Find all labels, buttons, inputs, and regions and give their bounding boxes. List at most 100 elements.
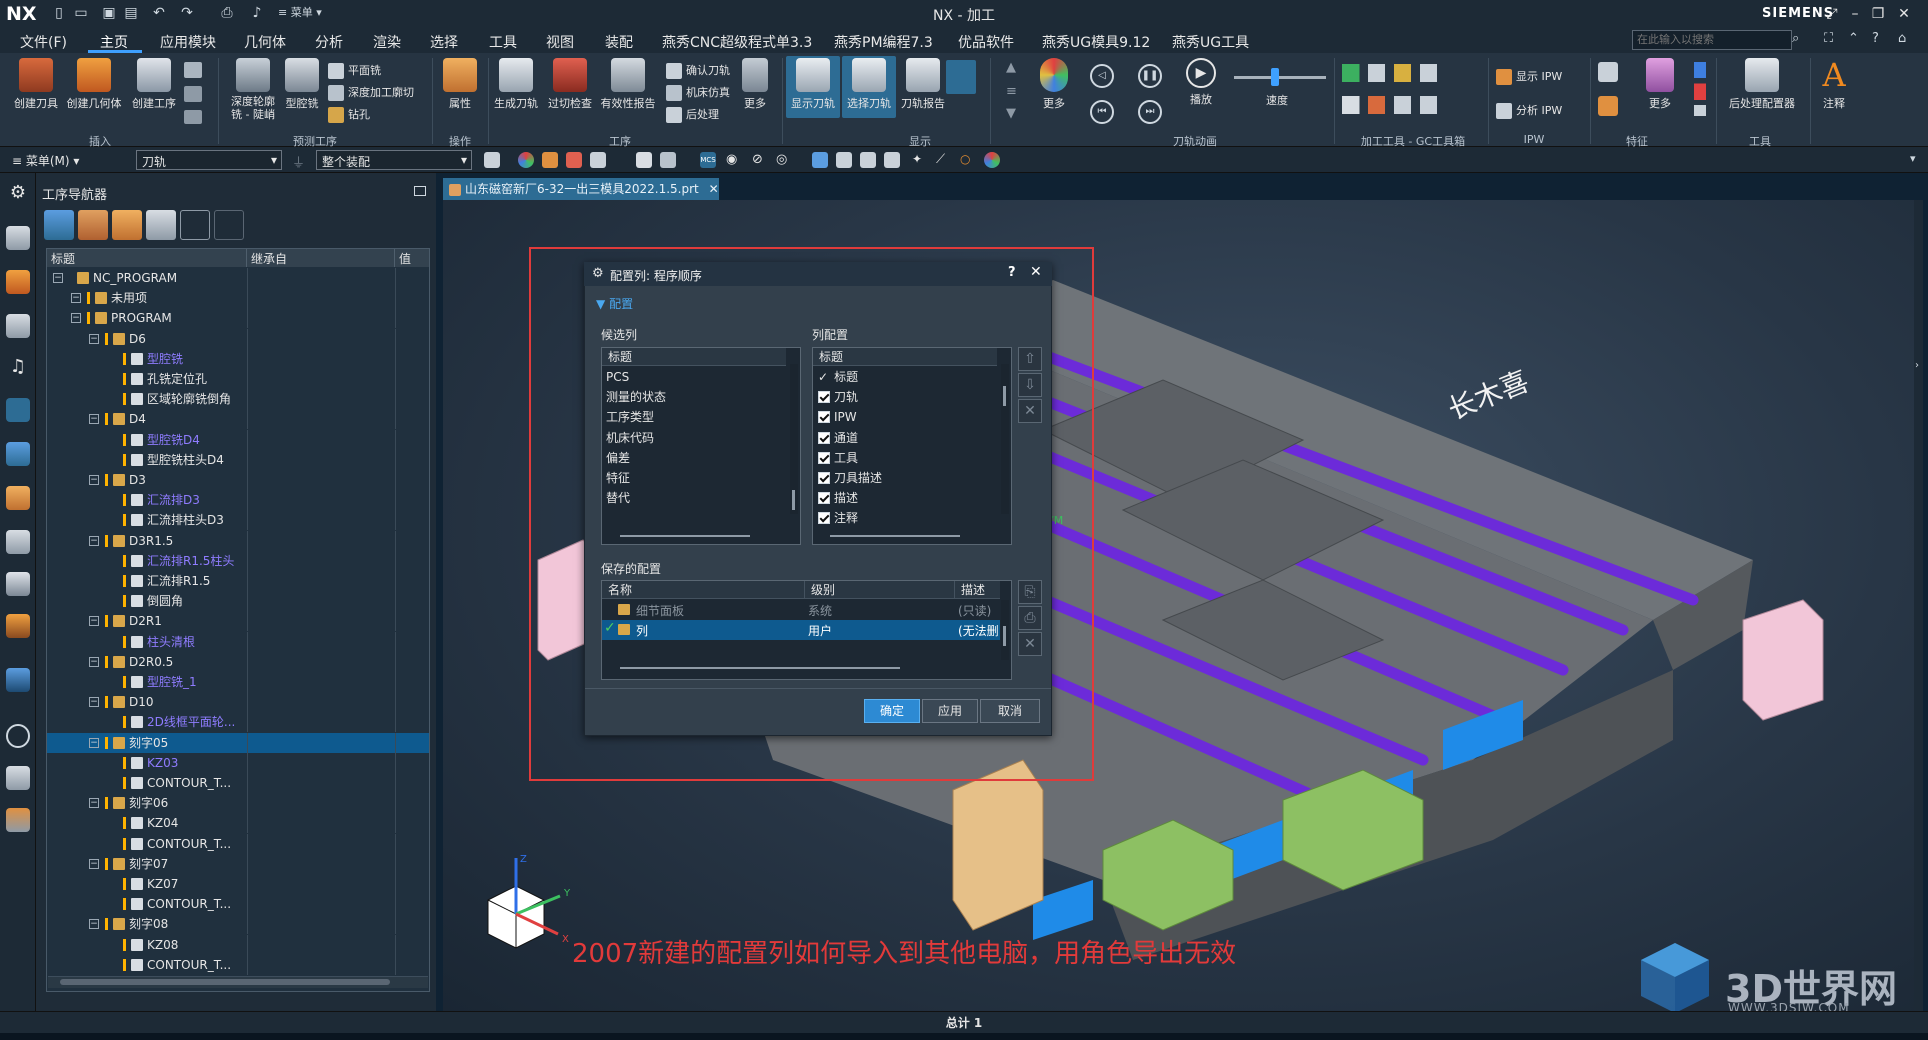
operation-row[interactable]: 柱头清根: [47, 631, 429, 652]
step-back-icon[interactable]: ◁: [1090, 64, 1114, 88]
program-group-row[interactable]: − 刻字08: [47, 914, 429, 935]
verify-path-button[interactable]: 确认刀轨: [666, 62, 730, 79]
filter-funnel-icon[interactable]: ⏚: [292, 152, 305, 171]
settings-icon[interactable]: ⌂: [1898, 31, 1906, 46]
open-file-icon[interactable]: ▭: [72, 5, 90, 21]
select-path-button[interactable]: 选择刀轨: [842, 56, 896, 118]
collapse-toggle-icon[interactable]: −: [53, 273, 63, 283]
program-group-row[interactable]: − 未用项: [47, 288, 429, 309]
restore-panel-icon[interactable]: ⤢: [1820, 3, 1844, 25]
color-filter-icon[interactable]: [518, 152, 534, 168]
history-icon[interactable]: [6, 572, 30, 596]
play-button[interactable]: ▶ 播放: [1178, 58, 1224, 107]
collapse-toggle-icon[interactable]: −: [89, 414, 99, 425]
insert-node-icon[interactable]: [180, 210, 210, 240]
snap-plus-icon[interactable]: ✦: [912, 152, 928, 168]
collapse-toggle-icon[interactable]: −: [71, 293, 81, 304]
fullscreen-icon[interactable]: ⛶: [1824, 31, 1833, 46]
program-order-view-icon[interactable]: [44, 210, 74, 240]
insert-extra3-icon[interactable]: [184, 110, 202, 124]
search-icon[interactable]: ⌕: [1792, 31, 1808, 49]
pause-icon[interactable]: ❚❚: [1138, 64, 1162, 88]
mcs-icon[interactable]: MCS: [700, 152, 716, 168]
print-icon[interactable]: ⎙: [218, 5, 236, 21]
hide-icon[interactable]: ⊘: [752, 152, 768, 168]
tab-home[interactable]: 主页: [100, 32, 128, 52]
reuse-library-icon[interactable]: [6, 530, 30, 554]
collapse-toggle-icon[interactable]: −: [89, 333, 99, 344]
more-process-button[interactable]: 更多: [738, 58, 772, 111]
select-sheet-icon[interactable]: [660, 152, 676, 168]
snap-mid-icon[interactable]: [860, 152, 876, 168]
tab-yanxiu-cnc[interactable]: 燕秀CNC超级程式单3.3: [662, 32, 812, 52]
select-solid-icon[interactable]: [636, 152, 652, 168]
post-process-button[interactable]: 后处理: [666, 106, 719, 123]
machine-tool-navigator-icon[interactable]: [6, 442, 30, 466]
operation-row[interactable]: 汇流排柱头D3: [47, 510, 429, 531]
deep-profile-cut-button[interactable]: 深度加工廓切: [328, 84, 414, 101]
part-navigator-icon[interactable]: [6, 226, 30, 250]
close-tab-icon[interactable]: ✕: [709, 182, 719, 196]
view-triad[interactable]: Z Y X: [487, 854, 571, 949]
speed-slider-track[interactable]: [1234, 76, 1326, 79]
collapse-toggle-icon[interactable]: −: [89, 919, 99, 930]
collapse-toggle-icon[interactable]: −: [89, 737, 99, 748]
tab-assembly[interactable]: 装配: [605, 32, 633, 52]
feature-icon[interactable]: [1598, 62, 1618, 82]
operation-row[interactable]: 型腔铣_1: [47, 672, 429, 692]
display-toggle-icon[interactable]: [946, 60, 976, 94]
operation-row[interactable]: 型腔铣柱头D4: [47, 449, 429, 470]
collapse-toggle-icon[interactable]: −: [89, 697, 99, 708]
operation-row[interactable]: 型腔铣: [47, 348, 429, 369]
collapse-toggle-icon[interactable]: −: [89, 656, 99, 667]
program-group-row[interactable]: − D3R1.5: [47, 530, 429, 551]
program-group-row[interactable]: − 刻字05: [47, 732, 429, 753]
collapse-toggle-icon[interactable]: −: [89, 475, 99, 485]
tab-view[interactable]: 视图: [546, 32, 574, 52]
more-feature-button[interactable]: 更多: [1640, 58, 1680, 111]
snap-icon[interactable]: [484, 152, 500, 168]
scope-select[interactable]: 整个装配 ▾: [316, 150, 472, 170]
arrow-down-icon[interactable]: ▼: [1006, 106, 1016, 121]
operation-row[interactable]: 型腔铣D4: [47, 429, 429, 450]
tab-applications[interactable]: 应用模块: [160, 32, 216, 52]
type-filter-select[interactable]: 刀轨 ▾: [136, 150, 282, 170]
tab-yanxiu-pm[interactable]: 燕秀PM编程7.3: [834, 32, 933, 52]
post-configurator-button[interactable]: 后处理配置器: [1720, 58, 1804, 111]
machine-tool-view-icon[interactable]: [78, 210, 108, 240]
roles-icon[interactable]: [6, 808, 30, 832]
gc-toolbox-row2-icons[interactable]: [1342, 96, 1450, 114]
operation-row[interactable]: KZ08: [47, 934, 429, 955]
path-report-button[interactable]: 刀轨报告: [896, 58, 950, 111]
maximize-button[interactable]: ❐: [1866, 3, 1890, 25]
program-group-row[interactable]: − D4: [47, 409, 429, 430]
validity-report-button[interactable]: 有效性报告: [596, 58, 660, 111]
operation-row[interactable]: CONTOUR_T...: [47, 954, 429, 975]
operation-row[interactable]: 2D线框平面轮...: [47, 712, 429, 733]
collapse-toggle-icon[interactable]: −: [71, 313, 81, 324]
program-group-row[interactable]: − D6: [47, 328, 429, 349]
cavity-mill-button[interactable]: 型腔铣: [280, 58, 324, 111]
help-icon[interactable]: ?: [1872, 31, 1879, 46]
program-group-row[interactable]: − 刻字06: [47, 793, 429, 814]
program-group-row[interactable]: − D3: [47, 470, 429, 490]
machining-feature-icon[interactable]: [6, 486, 30, 510]
more-display-button[interactable]: 更多: [1034, 58, 1074, 111]
operation-row[interactable]: CONTOUR_T...: [47, 894, 429, 915]
filterbar-overflow-icon[interactable]: ▾: [1910, 152, 1916, 165]
program-group-row[interactable]: − PROGRAM: [47, 308, 429, 329]
tab-yanxiu-mold[interactable]: 燕秀UG模具9.12: [1042, 32, 1150, 52]
rewind-icon[interactable]: ⏮: [1090, 100, 1114, 124]
properties-button[interactable]: 属性: [436, 58, 484, 111]
operation-row[interactable]: 孔铣定位孔: [47, 369, 429, 389]
operation-row[interactable]: 汇流排R1.5柱头: [47, 550, 429, 571]
speed-slider-handle[interactable]: [1271, 68, 1279, 86]
snap-point-icon[interactable]: [812, 152, 828, 168]
tab-tools[interactable]: 工具: [489, 32, 517, 52]
save-icon[interactable]: ▣: [100, 5, 118, 21]
program-group-row[interactable]: − NC_PROGRAM: [47, 268, 429, 288]
close-button[interactable]: ✕: [1892, 3, 1916, 25]
save-as-icon[interactable]: ▤: [122, 5, 140, 21]
create-geometry-button[interactable]: 创建几何体: [62, 58, 126, 111]
tab-analysis[interactable]: 分析: [315, 32, 343, 52]
